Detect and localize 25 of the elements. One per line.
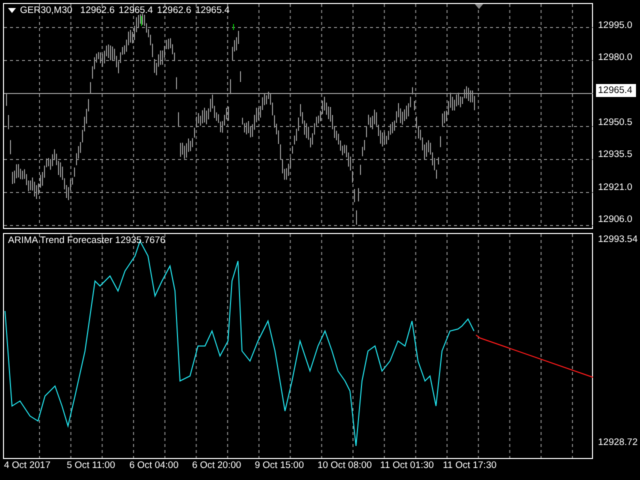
indicator-axis-label: 12928.72 bbox=[597, 436, 639, 449]
time-axis-label: 4 Oct 2017 bbox=[4, 460, 50, 471]
price-axis-label: 12935.5 bbox=[597, 148, 634, 162]
time-axis-label: 5 Oct 11:00 bbox=[66, 460, 116, 471]
dropdown-triangle-icon[interactable] bbox=[8, 8, 16, 13]
time-axis-label: 6 Oct 20:00 bbox=[192, 460, 242, 471]
indicator-title: ARIMA Trend Forecaster 12935.7676 bbox=[8, 235, 166, 246]
price-value: 12962.6 bbox=[156, 5, 192, 16]
price-axis-label: 12950.5 bbox=[597, 116, 634, 129]
time-axis-label: 11 Oct 17:30 bbox=[442, 460, 497, 471]
price-value: 12965.4 bbox=[118, 5, 153, 16]
time-axis-label: 6 Oct 04:00 bbox=[129, 460, 178, 471]
time-axis-label: 10 Oct 08:00 bbox=[317, 460, 372, 471]
price-axis-label: 12995.0 bbox=[597, 19, 634, 32]
price-axis-label: 12906.0 bbox=[597, 212, 634, 226]
current-price-label: 12965.4 bbox=[596, 84, 636, 97]
price-value: 12965.4 bbox=[195, 5, 230, 16]
price-axis-label: 12980.0 bbox=[597, 51, 634, 64]
chart-shift-triangle-icon[interactable] bbox=[474, 4, 484, 9]
indicator-axis-label: 12993.54 bbox=[597, 233, 639, 246]
time-axis-label: 11 Oct 01:30 bbox=[380, 460, 434, 471]
chart-symbol-title: GER30,M30 bbox=[20, 5, 72, 16]
price-value: 12962.6 bbox=[80, 5, 115, 16]
time-axis-label: 9 Oct 15:00 bbox=[254, 460, 304, 471]
price-axis-label: 12921.0 bbox=[597, 180, 634, 194]
